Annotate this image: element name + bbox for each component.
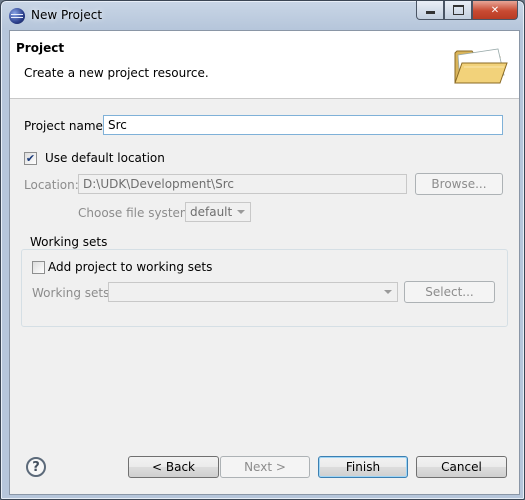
browse-button[interactable]: Browse... [415,173,503,195]
project-name-input[interactable]: Src [103,115,503,135]
checkmark-icon: ✔ [25,152,36,165]
close-button[interactable]: ✕ [472,1,518,20]
help-icon[interactable]: ? [26,457,46,477]
add-to-working-sets-label: Add project to working sets [48,260,213,274]
back-button[interactable]: < Back [128,456,219,478]
maximize-button[interactable] [444,1,472,20]
use-default-location-checkbox[interactable]: ✔ [24,152,37,165]
cancel-button[interactable]: Cancel [416,456,507,478]
banner-description: Create a new project resource. [24,66,209,80]
finish-button[interactable]: Finish [318,456,408,478]
dialog-client: Project Create a new project resource. P… [9,30,520,495]
file-system-value: default [190,205,233,219]
add-to-working-sets-checkbox[interactable] [32,261,45,274]
banner-title: Project [16,41,65,55]
eclipse-icon [9,8,25,24]
window-title: New Project [31,8,103,22]
wizard-banner: Project Create a new project resource. [10,31,519,99]
chevron-down-icon [384,290,392,294]
next-button[interactable]: Next > [220,456,310,478]
project-name-label: Project name: [24,119,107,133]
file-system-label: Choose file system: [78,206,196,220]
working-sets-label: Working sets: [32,286,114,300]
folder-icon [454,48,508,84]
location-input[interactable]: D:\UDK\Development\Src [78,174,407,194]
use-default-location-label: Use default location [45,151,165,165]
working-sets-group-title: Working sets [29,235,109,249]
minimize-button[interactable] [416,1,444,20]
file-system-select[interactable]: default [185,202,251,222]
working-sets-select[interactable] [108,282,398,302]
title-bar[interactable]: New Project ✕ [1,1,524,29]
new-project-window: New Project ✕ Project Create a new proje… [0,0,525,500]
chevron-down-icon [237,210,245,214]
maximize-icon [452,5,464,15]
minimize-icon [425,11,435,14]
caption-buttons: ✕ [416,1,518,21]
select-working-sets-button[interactable]: Select... [404,281,495,303]
close-icon: ✕ [490,4,500,16]
location-label: Location: [24,178,79,192]
